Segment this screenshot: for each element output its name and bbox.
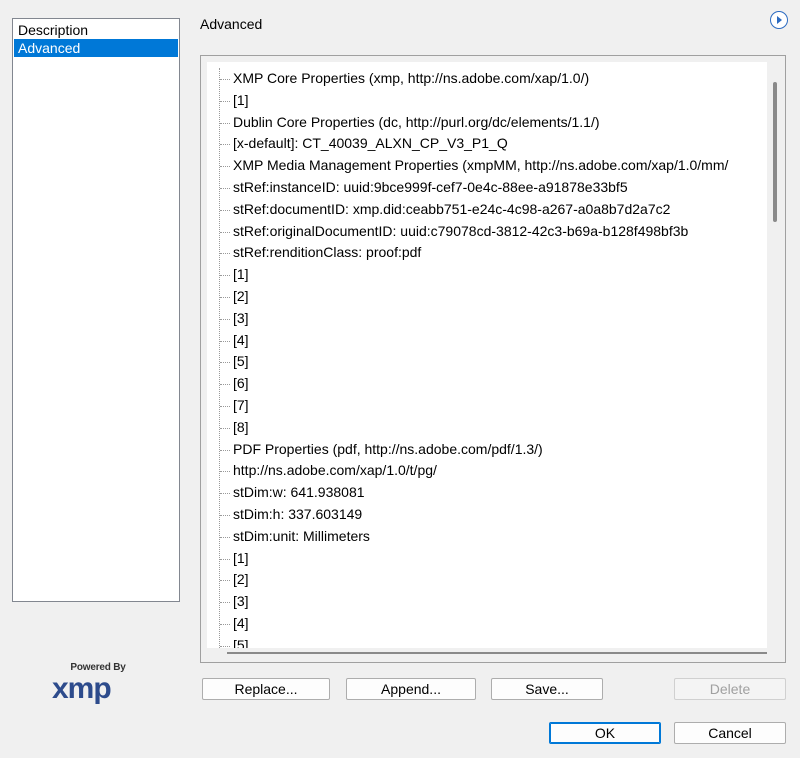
tree-row[interactable]: stRef:renditionClass: proof:pdf (207, 242, 767, 264)
xmp-wordmark: xmp (52, 672, 112, 705)
save-button[interactable]: Save... (491, 678, 603, 700)
tree-row[interactable]: stRef:instanceID: uuid:9bce999f-cef7-0e4… (207, 177, 767, 199)
tree-row[interactable]: [8] (207, 417, 767, 439)
tree-row[interactable]: http://ns.adobe.com/xap/1.0/t/pg/ (207, 460, 767, 482)
tree-row[interactable]: stDim:h: 337.603149 (207, 504, 767, 526)
tree-row[interactable]: [1] (207, 264, 767, 286)
tree-row[interactable]: [5] (207, 635, 767, 648)
tree-row[interactable]: Dublin Core Properties (dc, http://purl.… (207, 112, 767, 134)
category-list[interactable]: Description Advanced (12, 18, 180, 602)
property-tree[interactable]: XMP Core Properties (xmp, http://ns.adob… (207, 62, 767, 648)
tree-row[interactable]: PDF Properties (pdf, http://ns.adobe.com… (207, 439, 767, 461)
replace-button[interactable]: Replace... (202, 678, 330, 700)
tree-row[interactable]: stRef:originalDocumentID: uuid:c79078cd-… (207, 221, 767, 243)
category-item-description[interactable]: Description (14, 21, 178, 39)
tree-row[interactable]: XMP Media Management Properties (xmpMM, … (207, 155, 767, 177)
horizontal-scrollbar-thumb[interactable] (227, 652, 767, 654)
append-button[interactable]: Append... (346, 678, 476, 700)
tree-row[interactable]: stDim:w: 641.938081 (207, 482, 767, 504)
property-tree-frame: XMP Core Properties (xmp, http://ns.adob… (200, 55, 786, 663)
tree-row[interactable]: [4] (207, 330, 767, 352)
tree-row[interactable]: [2] (207, 286, 767, 308)
tree-row[interactable]: [1] (207, 548, 767, 570)
tree-row[interactable]: [1] (207, 90, 767, 112)
tree-row[interactable]: [4] (207, 613, 767, 635)
expand-button[interactable] (770, 11, 788, 29)
category-item-advanced[interactable]: Advanced (14, 39, 178, 57)
vertical-scrollbar-thumb[interactable] (773, 82, 777, 222)
tree-row[interactable]: stDim:unit: Millimeters (207, 526, 767, 548)
ok-button[interactable]: OK (549, 722, 661, 744)
tree-row[interactable]: stRef:documentID: xmp.did:ceabb751-e24c-… (207, 199, 767, 221)
tree-row[interactable]: [x-default]: CT_40039_ALXN_CP_V3_P1_Q (207, 133, 767, 155)
tree-row[interactable]: [5] (207, 351, 767, 373)
tree-row[interactable]: [3] (207, 308, 767, 330)
xmp-logo: Powered By xmp (50, 662, 146, 710)
tree-row[interactable]: [6] (207, 373, 767, 395)
tree-row[interactable]: [2] (207, 569, 767, 591)
tree-row[interactable]: [3] (207, 591, 767, 613)
tree-rows: XMP Core Properties (xmp, http://ns.adob… (207, 68, 767, 648)
cancel-button[interactable]: Cancel (674, 722, 786, 744)
tree-row[interactable]: [7] (207, 395, 767, 417)
tree-row[interactable]: XMP Core Properties (xmp, http://ns.adob… (207, 68, 767, 90)
chevron-right-circle-icon (777, 16, 782, 24)
section-title: Advanced (200, 16, 263, 32)
delete-button[interactable]: Delete (674, 678, 786, 700)
